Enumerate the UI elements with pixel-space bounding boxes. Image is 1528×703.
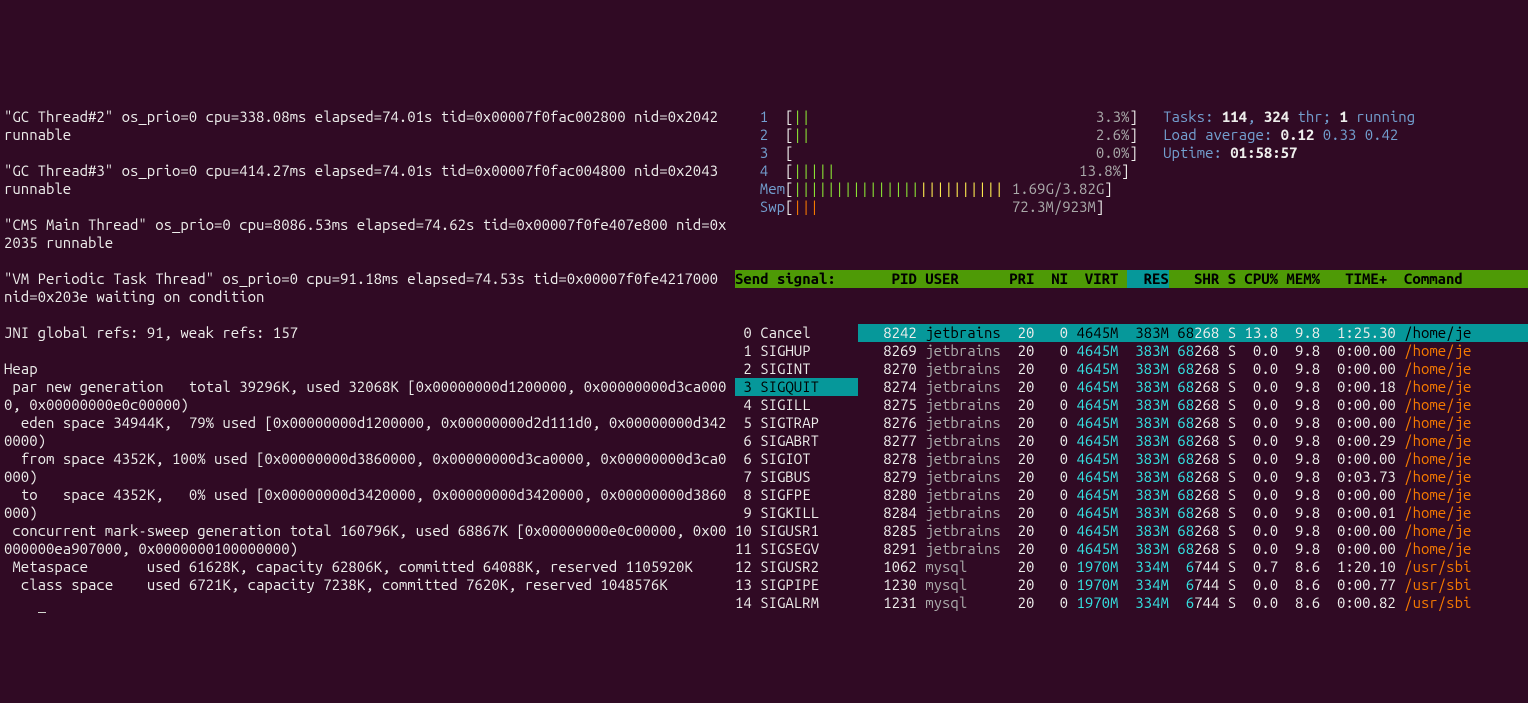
signal-panel-title: Send signal: bbox=[735, 270, 858, 288]
signal-option[interactable]: 14 SIGALRM bbox=[735, 594, 858, 612]
signal-option[interactable]: 2 SIGINT bbox=[735, 360, 858, 378]
process-row[interactable]: 6 SIGABRT 8277 jetbrains 20 0 4645M 383M… bbox=[735, 432, 1528, 450]
process-row[interactable]: 5 SIGTRAP 8276 jetbrains 20 0 4645M 383M… bbox=[735, 414, 1528, 432]
signal-option[interactable]: 4 SIGILL bbox=[735, 396, 858, 414]
process-cells[interactable]: 8284 jetbrains 20 0 4645M 383M 68268 S 0… bbox=[858, 504, 1528, 522]
process-row[interactable]: 0 Cancel 8242 jetbrains 20 0 4645M 383M … bbox=[735, 324, 1528, 342]
signal-option[interactable]: 15 SIGTERM bbox=[735, 612, 858, 613]
process-row[interactable]: 4 SIGILL 8275 jetbrains 20 0 4645M 383M … bbox=[735, 396, 1528, 414]
cursor bbox=[38, 612, 46, 613]
signal-option[interactable]: 7 SIGBUS bbox=[735, 468, 858, 486]
process-cells[interactable]: 8280 jetbrains 20 0 4645M 383M 68268 S 0… bbox=[858, 486, 1528, 504]
process-cells[interactable]: 1230 mysql 20 0 1970M 334M 6744 S 0.0 8.… bbox=[858, 576, 1528, 594]
signal-option[interactable]: 5 SIGTRAP bbox=[735, 414, 858, 432]
thread-dump-text: "GC Thread#2" os_prio=0 cpu=338.08ms ela… bbox=[4, 108, 731, 594]
process-cells[interactable]: 8242 jetbrains 20 0 4645M 383M 68268 S 1… bbox=[858, 324, 1528, 342]
signal-option[interactable]: 6 SIGIOT bbox=[735, 450, 858, 468]
signal-option[interactable]: 11 SIGSEGV bbox=[735, 540, 858, 558]
process-cells[interactable]: 8275 jetbrains 20 0 4645M 383M 68268 S 0… bbox=[858, 396, 1528, 414]
process-cells[interactable]: 8285 jetbrains 20 0 4645M 383M 68268 S 0… bbox=[858, 522, 1528, 540]
process-row[interactable]: 3 SIGQUIT 8274 jetbrains 20 0 4645M 383M… bbox=[735, 378, 1528, 396]
col-headers-left: PID USER PRI NI VIRT bbox=[858, 270, 1127, 288]
col-headers-right: SHR S CPU% MEM% TIME+ Command bbox=[1169, 270, 1528, 288]
signal-option[interactable]: 10 SIGUSR1 bbox=[735, 522, 858, 540]
process-row[interactable]: 1 SIGHUP 8269 jetbrains 20 0 4645M 383M … bbox=[735, 342, 1528, 360]
process-rows: 0 Cancel 8242 jetbrains 20 0 4645M 383M … bbox=[735, 324, 1528, 613]
signal-option[interactable]: 1 SIGHUP bbox=[735, 342, 858, 360]
process-row[interactable]: 13 SIGPIPE 1230 mysql 20 0 1970M 334M 67… bbox=[735, 576, 1528, 594]
signal-option[interactable]: 3 SIGQUIT bbox=[735, 378, 858, 396]
signal-option[interactable]: 6 SIGABRT bbox=[735, 432, 858, 450]
process-cells[interactable]: 8278 jetbrains 20 0 4645M 383M 68268 S 0… bbox=[858, 450, 1528, 468]
process-cells[interactable]: 1232 mysql 20 0 1970M 334M 6744 S 0.0 8.… bbox=[858, 612, 1528, 613]
process-cells[interactable]: 1062 mysql 20 0 1970M 334M 6744 S 0.7 8.… bbox=[858, 558, 1528, 576]
process-cells[interactable]: 8279 jetbrains 20 0 4645M 383M 68268 S 0… bbox=[858, 468, 1528, 486]
process-cells[interactable]: 8291 jetbrains 20 0 4645M 383M 68268 S 0… bbox=[858, 540, 1528, 558]
process-row[interactable]: 11 SIGSEGV 8291 jetbrains 20 0 4645M 383… bbox=[735, 540, 1528, 558]
process-row[interactable]: 15 SIGTERM 1232 mysql 20 0 1970M 334M 67… bbox=[735, 612, 1528, 613]
htop-pane[interactable]: 1 [|| 3.3%] Tasks: 114, 324 thr; 1 runni… bbox=[735, 72, 1528, 613]
process-cells[interactable]: 8274 jetbrains 20 0 4645M 383M 68268 S 0… bbox=[858, 378, 1528, 396]
process-row[interactable]: 10 SIGUSR1 8285 jetbrains 20 0 4645M 383… bbox=[735, 522, 1528, 540]
process-row[interactable]: 2 SIGINT 8270 jetbrains 20 0 4645M 383M … bbox=[735, 360, 1528, 378]
signal-option[interactable]: 9 SIGKILL bbox=[735, 504, 858, 522]
process-cells[interactable]: 8269 jetbrains 20 0 4645M 383M 68268 S 0… bbox=[858, 342, 1528, 360]
process-cells[interactable]: 1231 mysql 20 0 1970M 334M 6744 S 0.0 8.… bbox=[858, 594, 1528, 612]
process-row[interactable]: 8 SIGFPE 8280 jetbrains 20 0 4645M 383M … bbox=[735, 486, 1528, 504]
process-cells[interactable]: 8270 jetbrains 20 0 4645M 383M 68268 S 0… bbox=[858, 360, 1528, 378]
col-header-res: RES bbox=[1127, 270, 1169, 288]
signal-option[interactable]: 0 Cancel bbox=[735, 324, 858, 342]
jvm-thread-dump-pane: "GC Thread#2" os_prio=0 cpu=338.08ms ela… bbox=[0, 72, 735, 613]
process-row[interactable]: 7 SIGBUS 8279 jetbrains 20 0 4645M 383M … bbox=[735, 468, 1528, 486]
process-header-row: Send signal: PID USER PRI NI VIRT RES SH… bbox=[735, 270, 1528, 288]
signal-option[interactable]: 13 SIGPIPE bbox=[735, 576, 858, 594]
process-row[interactable]: 9 SIGKILL 8284 jetbrains 20 0 4645M 383M… bbox=[735, 504, 1528, 522]
process-row[interactable]: 12 SIGUSR2 1062 mysql 20 0 1970M 334M 67… bbox=[735, 558, 1528, 576]
signal-option[interactable]: 12 SIGUSR2 bbox=[735, 558, 858, 576]
process-row[interactable]: 6 SIGIOT 8278 jetbrains 20 0 4645M 383M … bbox=[735, 450, 1528, 468]
signal-option[interactable]: 8 SIGFPE bbox=[735, 486, 858, 504]
meters-block: 1 [|| 3.3%] Tasks: 114, 324 thr; 1 runni… bbox=[735, 108, 1528, 234]
process-row[interactable]: 14 SIGALRM 1231 mysql 20 0 1970M 334M 67… bbox=[735, 594, 1528, 612]
process-cells[interactable]: 8276 jetbrains 20 0 4645M 383M 68268 S 0… bbox=[858, 414, 1528, 432]
process-cells[interactable]: 8277 jetbrains 20 0 4645M 383M 68268 S 0… bbox=[858, 432, 1528, 450]
